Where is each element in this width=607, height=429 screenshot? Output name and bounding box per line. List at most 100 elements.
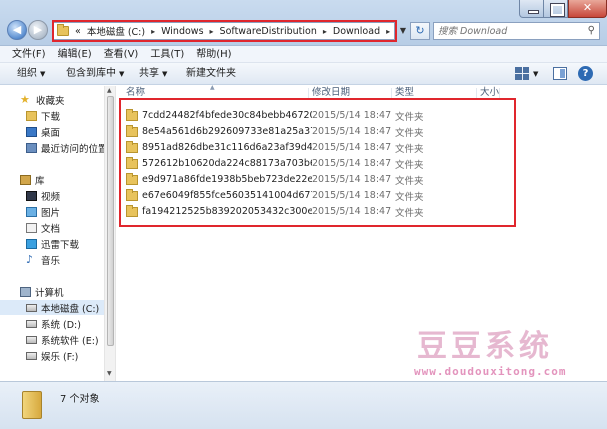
table-row[interactable]: fa194212525b839202053432c300e45e2015/5/1… — [126, 204, 596, 219]
column-separator[interactable] — [499, 88, 500, 98]
include-label: 包含到库中 — [66, 68, 116, 79]
folder-icon — [57, 24, 69, 36]
nav-pictures[interactable]: 图片 — [26, 204, 104, 219]
folder-icon — [126, 172, 138, 185]
column-separator[interactable] — [308, 88, 309, 98]
nav-downloads[interactable]: 下载 — [26, 108, 104, 123]
address-field[interactable]: « 本地磁盘 (C:) ▸ Windows ▸ SoftwareDistribu… — [52, 22, 395, 40]
table-row[interactable]: 8951ad826dbe31c116d6a23af39d481a 2015/5/1… — [126, 140, 596, 155]
menu-bar: 文件(F) 编辑(E) 查看(V) 工具(T) 帮助(H) — [0, 46, 607, 63]
close-button[interactable]: ✕ — [568, 0, 607, 18]
search-input[interactable] — [434, 23, 579, 39]
hard-drive-icon — [26, 303, 37, 312]
nav-drive-c[interactable]: 本地磁盘 (C:) — [0, 300, 104, 315]
nav-drive-e[interactable]: 系统软件 (E:) — [26, 332, 104, 347]
watermark-title: 豆豆系统 — [417, 329, 553, 364]
scroll-up-icon[interactable]: ▲ — [107, 87, 112, 94]
file-type: 文件夹 — [395, 175, 424, 187]
menu-file[interactable]: 文件(F) — [6, 46, 52, 62]
maximize-button[interactable] — [544, 0, 568, 18]
nav-drive-f[interactable]: 娱乐 (F:) — [26, 348, 104, 363]
share-button[interactable]: 共享 ▼ — [139, 63, 167, 85]
breadcrumb-windows[interactable]: Windows — [161, 26, 203, 37]
preview-pane-icon[interactable] — [553, 67, 567, 80]
table-row[interactable]: 7cdd24482f4bfede30c84bebb46720a0 2015/5/1… — [126, 108, 596, 123]
file-name: 7cdd24482f4bfede30c84bebb46720a0 — [142, 110, 312, 121]
file-date: 2015/5/14 18:47 — [312, 206, 392, 217]
nav-label: 本地磁盘 (C:) — [41, 303, 100, 315]
nav-label: 系统软件 (E:) — [41, 335, 99, 347]
view-options-icon[interactable] — [515, 67, 529, 80]
new-folder-button[interactable]: 新建文件夹 — [186, 63, 236, 85]
nav-libraries[interactable]: 库 — [20, 172, 104, 187]
file-name: e9d971a86fde1938b5beb723de22ea... — [142, 174, 312, 185]
back-button[interactable]: ◀ — [7, 20, 27, 40]
help-icon[interactable]: ? — [578, 66, 593, 81]
forward-button[interactable]: ▶ — [28, 20, 48, 40]
nav-documents[interactable]: 文档 — [26, 220, 104, 235]
search-icon[interactable]: ⚲ — [588, 25, 595, 36]
column-header-type[interactable]: 类型 — [395, 86, 414, 100]
file-name: fa194212525b839202053432c300e45e — [142, 206, 312, 217]
address-bar-area: ✕ ◀ ▶ « 本地磁盘 (C:) ▸ Windows ▸ SoftwareDi… — [0, 0, 607, 46]
nav-label: 视频 — [41, 191, 61, 203]
column-header-name[interactable]: 名称 — [126, 86, 145, 100]
nav-drive-d[interactable]: 系统 (D:) — [26, 316, 104, 331]
breadcrumb-download[interactable]: Download — [333, 26, 380, 37]
organize-button[interactable]: 组织 ▼ — [17, 63, 45, 85]
nav-xunlei-downloads[interactable]: 迅雷下载 — [26, 236, 104, 251]
refresh-button[interactable]: ↻ — [410, 22, 430, 40]
menu-view[interactable]: 查看(V) — [98, 46, 145, 62]
folder-icon — [126, 204, 138, 217]
view-dropdown-icon[interactable]: ▼ — [533, 67, 538, 81]
scroll-down-icon[interactable]: ▼ — [107, 370, 112, 377]
arrow-left-icon: ◀ — [12, 23, 22, 36]
breadcrumb-separator[interactable]: ▸ — [386, 27, 390, 36]
table-row[interactable]: 8e54a561d6b292609733e81a25a3747f2015/5/1… — [126, 124, 596, 139]
breadcrumb-separator[interactable]: ▸ — [210, 27, 214, 36]
nav-scrollbar[interactable]: ▲ ▼ — [104, 86, 116, 381]
breadcrumb-separator[interactable]: ▸ — [151, 27, 155, 36]
file-type: 文件夹 — [395, 127, 424, 139]
menu-help[interactable]: 帮助(H) — [190, 46, 237, 62]
computer-icon — [20, 286, 31, 297]
nav-label: 计算机 — [35, 287, 64, 299]
nav-recent-places[interactable]: 最近访问的位置 — [26, 140, 104, 155]
table-row[interactable]: 572612b10620da224c88173a703b62052015/5/1… — [126, 156, 596, 171]
nav-videos[interactable]: 视频 — [26, 188, 104, 203]
nav-label: 系统 (D:) — [41, 319, 81, 331]
command-toolbar: 组织 ▼ 包含到库中 ▼ 共享 ▼ 新建文件夹 ▼ ? — [0, 63, 607, 85]
breadcrumb-separator[interactable]: ▸ — [323, 27, 327, 36]
breadcrumb-overflow[interactable]: « — [75, 26, 81, 37]
search-box[interactable]: ⚲ — [433, 22, 600, 40]
include-in-library-button[interactable]: 包含到库中 ▼ — [66, 63, 124, 85]
column-separator[interactable] — [391, 88, 392, 98]
folder-icon — [126, 124, 138, 137]
column-header-date[interactable]: 修改日期 — [312, 86, 350, 100]
nav-favorites[interactable]: ★ 收藏夹 — [20, 92, 104, 107]
column-header-size[interactable]: 大小 — [480, 86, 499, 100]
table-row[interactable]: e9d971a86fde1938b5beb723de22ea... 2015/5/… — [126, 172, 596, 187]
folder-icon — [22, 391, 42, 419]
nav-music[interactable]: ♪ 音乐 — [26, 252, 104, 267]
file-type: 文件夹 — [395, 207, 424, 219]
nav-computer[interactable]: 计算机 — [20, 284, 104, 299]
column-separator[interactable] — [476, 88, 477, 98]
column-name-label: 名称 — [126, 87, 146, 98]
menu-tools[interactable]: 工具(T) — [144, 46, 190, 62]
menu-edit[interactable]: 编辑(E) — [52, 46, 98, 62]
breadcrumb-drive-c[interactable]: 本地磁盘 (C:) — [87, 24, 145, 38]
sort-up-icon: ▲ — [210, 84, 215, 91]
nav-desktop[interactable]: 桌面 — [26, 124, 104, 139]
file-date: 2015/5/14 18:47 — [312, 190, 392, 201]
breadcrumb-softwaredistribution[interactable]: SoftwareDistribution — [220, 26, 317, 37]
nav-label: 下载 — [41, 111, 61, 123]
music-note-icon: ♪ — [26, 252, 34, 266]
file-name: 8951ad826dbe31c116d6a23af39d481a — [142, 142, 312, 153]
navigation-pane: ★ 收藏夹 下载 桌面 最近访问的位置 库 视频 图片 文档 迅雷下载 ♪ 音乐 计… — [0, 86, 104, 381]
address-dropdown-button[interactable]: ▼ — [397, 22, 409, 40]
minimize-button[interactable] — [519, 0, 544, 18]
table-row[interactable]: e67e6049f855fce56035141004d677d3 2015/5/1… — [126, 188, 596, 203]
caret-down-icon: ▼ — [162, 70, 168, 78]
scrollbar-thumb[interactable] — [107, 96, 114, 346]
